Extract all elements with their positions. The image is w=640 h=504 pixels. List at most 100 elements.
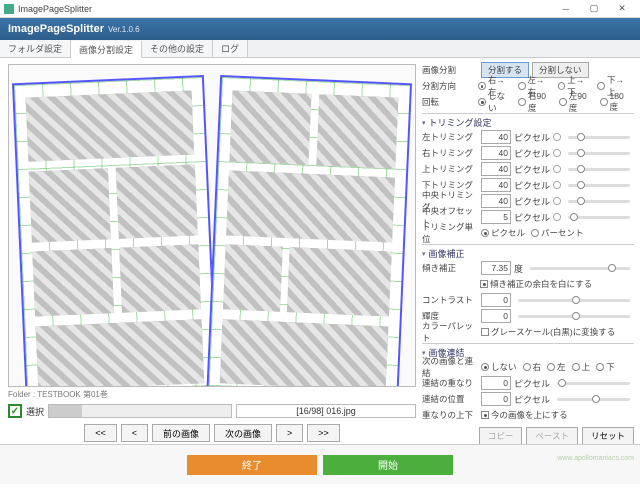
tab-other[interactable]: その他の設定 bbox=[142, 40, 213, 57]
tab-split[interactable]: 画像分割設定 bbox=[71, 41, 142, 58]
tilt-slider[interactable] bbox=[530, 267, 630, 270]
trim-row-value[interactable]: 40 bbox=[481, 130, 511, 144]
updown-label: 重なりの上下 bbox=[422, 409, 478, 421]
trim-row-value[interactable]: 40 bbox=[481, 178, 511, 192]
pos-value[interactable]: 0 bbox=[481, 392, 511, 406]
trim-row-label: 左トリミング bbox=[422, 131, 478, 143]
overlap-label: 連結の重なり bbox=[422, 377, 478, 389]
palette-label: カラーパレット bbox=[422, 320, 478, 344]
contrast-label: コントラスト bbox=[422, 294, 478, 306]
nav-prev[interactable]: < bbox=[121, 424, 148, 442]
page-right[interactable] bbox=[206, 75, 412, 387]
bright-value[interactable]: 0 bbox=[481, 309, 511, 323]
rot-none[interactable]: しない bbox=[478, 90, 512, 114]
trim-row-unit: ピクセル bbox=[514, 131, 550, 144]
tab-folder[interactable]: フォルダ設定 bbox=[0, 40, 71, 57]
app-icon bbox=[4, 4, 14, 14]
trim-slider[interactable] bbox=[568, 216, 630, 219]
contrast-slider[interactable] bbox=[518, 299, 630, 302]
nav-next-image[interactable]: 次の画像 bbox=[214, 424, 272, 442]
rot-180[interactable]: 180度 bbox=[600, 91, 631, 113]
trim-reset-icon[interactable] bbox=[553, 213, 561, 221]
section-correct[interactable]: 画像補正 bbox=[422, 247, 634, 260]
trim-row-unit: ピクセル bbox=[514, 179, 550, 192]
file-progress[interactable] bbox=[48, 404, 232, 418]
maximize-button[interactable]: ▢ bbox=[580, 0, 608, 17]
watermark: www.apollomaniacs.com bbox=[557, 455, 634, 462]
rot-r90[interactable]: 右90度 bbox=[518, 90, 553, 114]
trim-reset-icon[interactable] bbox=[553, 149, 561, 157]
bottom-bar: 終了 開始 bbox=[0, 444, 640, 484]
rot-label: 回転 bbox=[422, 96, 475, 108]
trim-row-value[interactable]: 40 bbox=[481, 194, 511, 208]
nav-prev-image[interactable]: 前の画像 bbox=[152, 424, 210, 442]
trim-slider[interactable] bbox=[568, 152, 630, 155]
concat-none[interactable]: しない bbox=[481, 361, 517, 373]
minimize-button[interactable]: ─ bbox=[552, 0, 580, 17]
concat-l[interactable]: 左 bbox=[547, 361, 566, 373]
trim-row-unit: ピクセル bbox=[514, 211, 550, 224]
page-left[interactable] bbox=[12, 75, 218, 387]
tab-log[interactable]: ログ bbox=[213, 40, 248, 57]
trim-row-unit: ピクセル bbox=[514, 147, 550, 160]
trim-reset-icon[interactable] bbox=[553, 165, 561, 173]
trim-slider[interactable] bbox=[568, 184, 630, 187]
trim-slider[interactable] bbox=[568, 168, 630, 171]
tilt-white-check[interactable]: 傾き補正の余白を白にする bbox=[480, 278, 592, 290]
nav-next[interactable]: > bbox=[276, 424, 303, 442]
trim-slider[interactable] bbox=[568, 200, 630, 203]
split-label: 画像分割 bbox=[422, 64, 478, 76]
unit-pct[interactable]: パーセント bbox=[531, 227, 584, 239]
trim-row-label: 上トリミング bbox=[422, 163, 478, 175]
trim-row-value[interactable]: 5 bbox=[481, 210, 511, 224]
overlap-slider[interactable] bbox=[557, 382, 630, 385]
concat-r[interactable]: 右 bbox=[523, 361, 542, 373]
folder-path: Folder : TESTBOOK 第01巻 bbox=[8, 387, 416, 402]
bright-slider[interactable] bbox=[518, 315, 630, 318]
trim-row-value[interactable]: 40 bbox=[481, 146, 511, 160]
overlap-value[interactable]: 0 bbox=[481, 376, 511, 390]
tilt-unit: 度 bbox=[514, 262, 523, 275]
pos-label: 連結の位置 bbox=[422, 393, 478, 405]
select-label: 選択 bbox=[26, 405, 44, 418]
tilt-value[interactable]: 7.35 bbox=[481, 261, 511, 275]
concat-u[interactable]: 上 bbox=[572, 361, 591, 373]
trim-slider[interactable] bbox=[568, 136, 630, 139]
app-name: ImagePageSplitter bbox=[8, 23, 104, 35]
close-app-button[interactable]: 終了 bbox=[187, 455, 317, 475]
trim-reset-icon[interactable] bbox=[553, 133, 561, 141]
copy-button[interactable]: コピー bbox=[479, 427, 523, 444]
trim-row-unit: ピクセル bbox=[514, 163, 550, 176]
section-trim[interactable]: トリミング設定 bbox=[422, 116, 634, 129]
split-dir-label: 分割方向 bbox=[422, 80, 475, 92]
select-checkbox[interactable] bbox=[8, 404, 22, 418]
trim-row-unit: ピクセル bbox=[514, 195, 550, 208]
concat-d[interactable]: 下 bbox=[596, 361, 615, 373]
file-counter: [16/98] 016.jpg bbox=[236, 404, 416, 418]
trim-reset-icon[interactable] bbox=[553, 197, 561, 205]
window-title: ImagePageSplitter bbox=[18, 4, 552, 14]
trim-reset-icon[interactable] bbox=[553, 181, 561, 189]
app-version: Ver.1.0.6 bbox=[108, 25, 140, 34]
rot-l90[interactable]: 左90度 bbox=[559, 90, 594, 114]
nav-first[interactable]: << bbox=[84, 424, 117, 442]
trim-row-value[interactable]: 40 bbox=[481, 162, 511, 176]
nav-row: << < 前の画像 次の画像 > >> bbox=[8, 424, 416, 442]
concat-next-label: 次の画像と連結 bbox=[422, 355, 478, 379]
nav-last[interactable]: >> bbox=[307, 424, 340, 442]
preview-canvas[interactable] bbox=[8, 64, 416, 387]
updown-check[interactable]: 今の画像を上にする bbox=[481, 409, 568, 421]
pos-unit: ピクセル bbox=[514, 393, 550, 406]
start-button[interactable]: 開始 bbox=[323, 455, 453, 475]
palette-check[interactable]: グレースケール(白黒)に変換する bbox=[481, 326, 615, 338]
main-tabs: フォルダ設定 画像分割設定 その他の設定 ログ bbox=[0, 40, 640, 58]
tilt-label: 傾き補正 bbox=[422, 262, 478, 274]
pos-slider[interactable] bbox=[557, 398, 630, 401]
paste-button[interactable]: ペースト bbox=[526, 427, 578, 444]
unit-px[interactable]: ピクセル bbox=[481, 227, 525, 239]
reset-button[interactable]: リセット bbox=[582, 427, 634, 444]
window-titlebar: ImagePageSplitter ─ ▢ ✕ bbox=[0, 0, 640, 18]
contrast-value[interactable]: 0 bbox=[481, 293, 511, 307]
close-button[interactable]: ✕ bbox=[608, 0, 636, 17]
trim-row-label: 右トリミング bbox=[422, 147, 478, 159]
